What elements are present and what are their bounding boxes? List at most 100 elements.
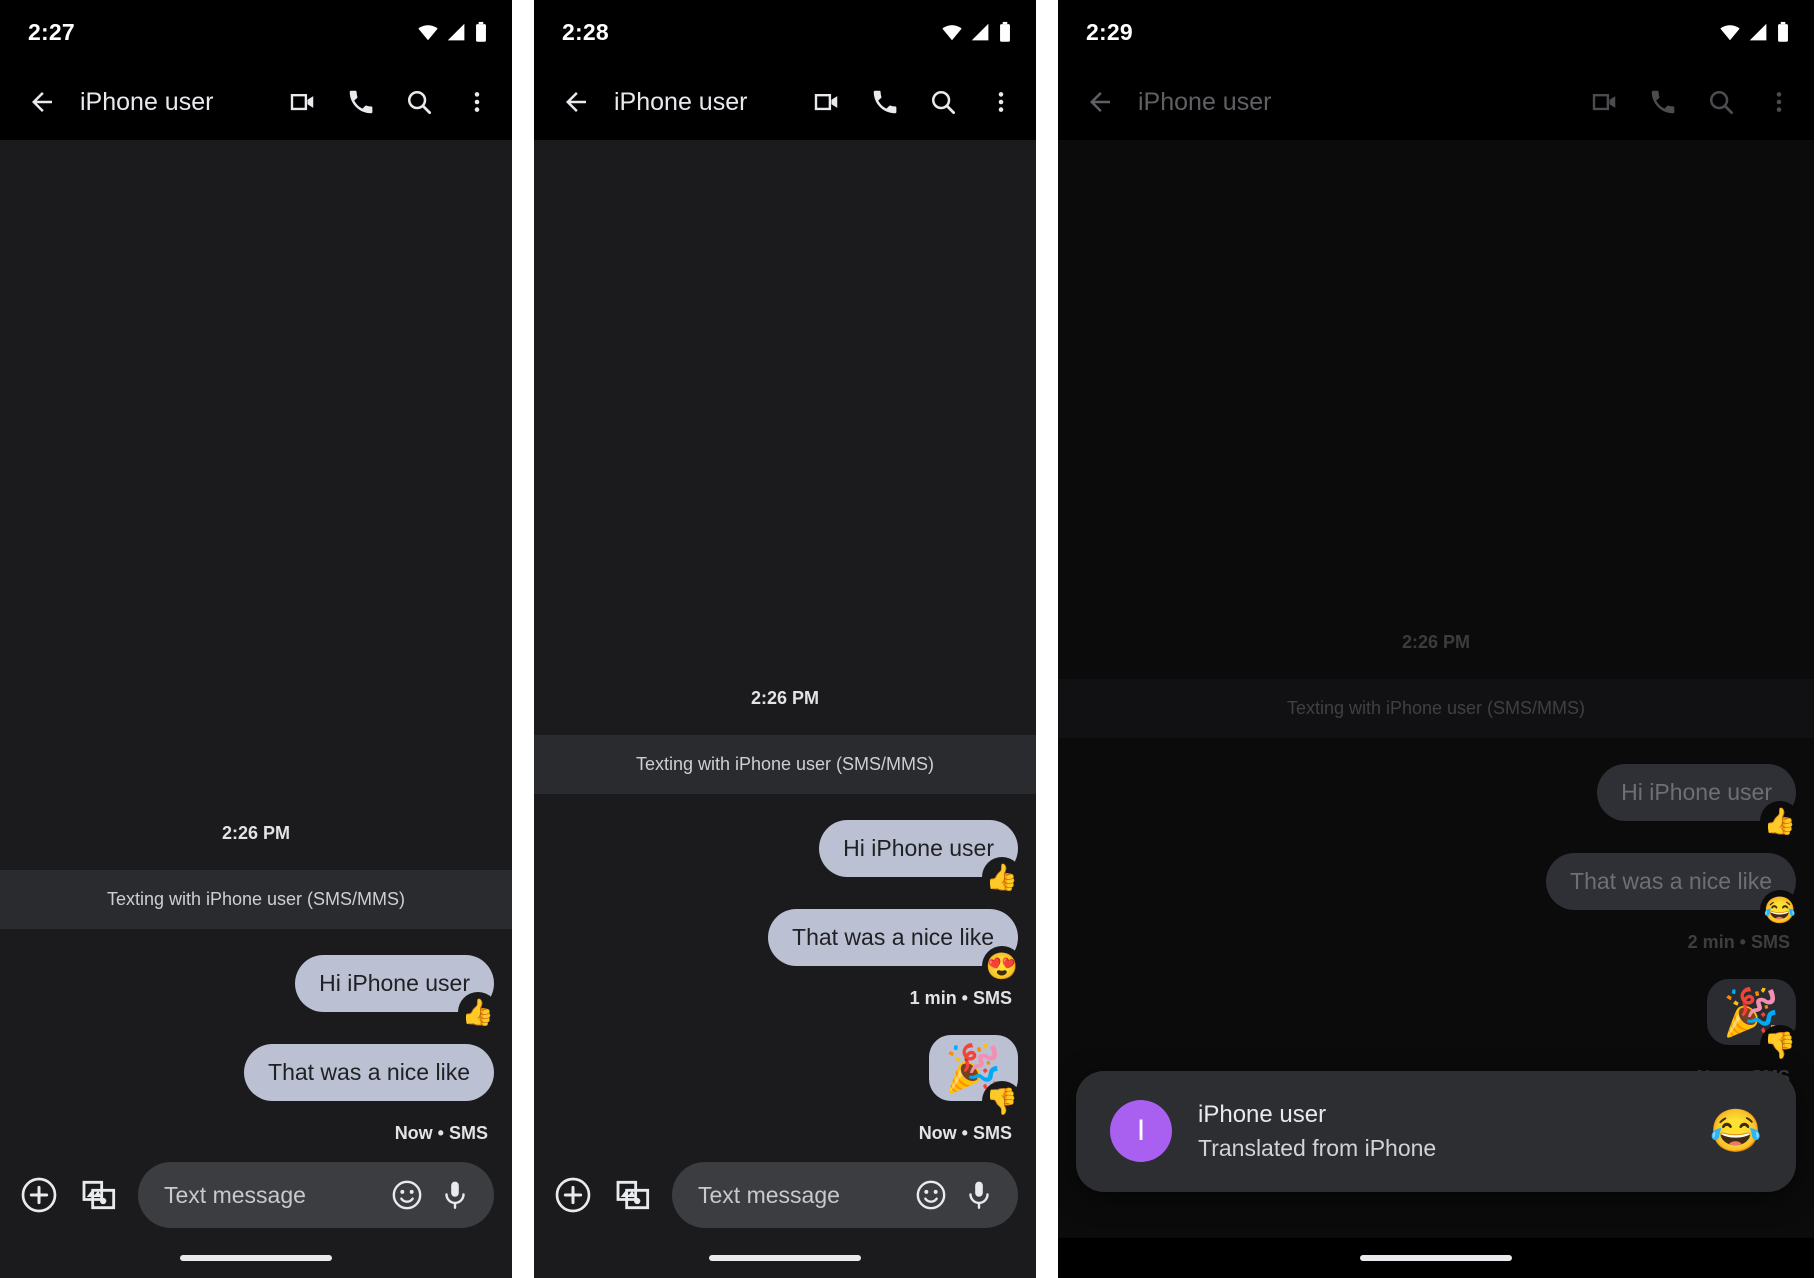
composer-2: Text message <box>534 1144 1036 1238</box>
phone-icon[interactable] <box>1646 85 1680 119</box>
video-call-icon[interactable] <box>286 85 320 119</box>
signal-icon <box>1749 23 1767 40</box>
battery-icon <box>1778 21 1788 42</box>
search-icon[interactable] <box>402 85 436 119</box>
message-meta: Now • SMS <box>394 1123 488 1143</box>
status-bar-2: 2:28 <box>534 0 1036 64</box>
more-vert-icon[interactable] <box>984 85 1018 119</box>
emoji-message-bubble[interactable]: 🎉 👎 <box>928 1035 1022 1121</box>
message-gap <box>1076 821 1796 853</box>
search-icon[interactable] <box>1704 85 1738 119</box>
day-timestamp: 2:26 PM <box>750 687 820 708</box>
emoji-message-bubble[interactable]: 🎉 👎 <box>1706 979 1800 1065</box>
conversation-title: iPhone user <box>614 87 748 116</box>
emoji-icon[interactable] <box>388 1176 426 1214</box>
search-icon[interactable] <box>926 85 960 119</box>
more-vert-icon[interactable] <box>1762 85 1796 119</box>
day-timestamp: 2:26 PM <box>221 822 291 843</box>
home-indicator[interactable] <box>1360 1255 1512 1261</box>
status-bar-3: 2:29 <box>1058 0 1814 64</box>
app-bar-2: iPhone user <box>534 64 1036 140</box>
thumbs-up-reaction[interactable]: 👍 <box>1760 800 1800 841</box>
notification-text: iPhone user Translated from iPhone <box>1198 1099 1684 1164</box>
microphone-icon[interactable] <box>436 1176 474 1214</box>
status-bar-1: 2:27 <box>0 0 512 64</box>
gallery-icon[interactable] <box>612 1174 654 1216</box>
message-text: Hi iPhone user <box>1621 778 1772 805</box>
emoji-icon[interactable] <box>912 1176 950 1214</box>
message-bubble[interactable]: That was a nice like 😍 <box>768 908 1022 986</box>
wifi-icon <box>418 25 438 41</box>
app-bar-1: iPhone user <box>0 64 512 140</box>
day-timestamp: 2:26 PM <box>1401 631 1471 652</box>
message-gap <box>552 1009 1018 1035</box>
joy-reaction[interactable]: 😂 <box>1760 890 1800 930</box>
thumbs-up-reaction[interactable]: 👍 <box>982 856 1022 897</box>
heart-eyes-reaction[interactable]: 😍 <box>982 946 1022 986</box>
conversation-title: iPhone user <box>1138 87 1272 116</box>
video-call-icon[interactable] <box>1588 85 1622 119</box>
message-bubble[interactable]: That was a nice like <box>244 1043 494 1101</box>
message-bubble[interactable]: That was a nice like 😂 <box>1546 852 1800 930</box>
protocol-banner: Texting with iPhone user (SMS/MMS) <box>534 734 1036 794</box>
conversation-2: 2:26 PM Texting with iPhone user (SMS/MM… <box>534 140 1036 1278</box>
status-clock: 2:27 <box>28 18 75 45</box>
panel-divider <box>1036 0 1058 1278</box>
thumbs-down-reaction[interactable]: 👎 <box>982 1081 1022 1121</box>
phone-screen-2: 2:28 iPhone user 2:26 PM Texting with iP… <box>534 0 1036 1278</box>
home-indicator[interactable] <box>180 1255 332 1261</box>
battery-icon <box>476 21 486 42</box>
conversation-title: iPhone user <box>80 87 214 116</box>
message-gap <box>552 877 1018 909</box>
panel-divider <box>512 0 534 1278</box>
message-gap <box>1076 953 1796 979</box>
plus-circle-icon[interactable] <box>18 1174 60 1216</box>
wifi-icon <box>1720 25 1740 41</box>
thumbs-down-reaction[interactable]: 👎 <box>1760 1025 1800 1065</box>
message-input-field[interactable]: Text message <box>138 1162 494 1228</box>
message-row[interactable]: 🎉 👎 <box>1076 979 1800 1065</box>
status-system-icons <box>417 21 488 43</box>
protocol-banner: Texting with iPhone user (SMS/MMS) <box>0 869 512 929</box>
phone-icon[interactable] <box>868 85 902 119</box>
gallery-icon[interactable] <box>78 1174 120 1216</box>
back-arrow-icon[interactable] <box>22 82 62 122</box>
message-row[interactable]: Hi iPhone user 👍 <box>18 954 498 1032</box>
status-clock: 2:28 <box>562 18 609 45</box>
message-list-1: Hi iPhone user 👍 That was a nice like No… <box>0 929 512 1144</box>
message-gap <box>18 1012 494 1044</box>
message-text: Hi iPhone user <box>319 969 470 996</box>
avatar: I <box>1110 1100 1172 1163</box>
message-row[interactable]: Hi iPhone user 👍 <box>1076 763 1800 841</box>
wifi-icon <box>942 25 962 41</box>
message-row[interactable]: Hi iPhone user 👍 <box>552 819 1022 897</box>
status-clock: 2:29 <box>1086 18 1133 45</box>
signal-icon <box>447 23 465 40</box>
message-input-field[interactable]: Text message <box>672 1162 1018 1228</box>
video-call-icon[interactable] <box>810 85 844 119</box>
home-indicator[interactable] <box>709 1255 861 1261</box>
message-row[interactable]: 🎉 👎 <box>552 1035 1022 1121</box>
phone-icon[interactable] <box>344 85 378 119</box>
message-row[interactable]: That was a nice like 😍 <box>552 908 1022 986</box>
message-bubble[interactable]: Hi iPhone user 👍 <box>1597 763 1800 841</box>
notification-card[interactable]: I iPhone user Translated from iPhone 😂 <box>1076 1070 1796 1192</box>
message-bubble[interactable]: Hi iPhone user 👍 <box>295 954 498 1032</box>
back-arrow-icon[interactable] <box>556 82 596 122</box>
message-text: That was a nice like <box>792 923 994 950</box>
nav-bar-3 <box>1058 1238 1814 1278</box>
app-bar-actions-3 <box>1588 85 1796 119</box>
message-meta: 1 min • SMS <box>909 988 1012 1008</box>
message-row[interactable]: That was a nice like <box>18 1043 494 1101</box>
microphone-icon[interactable] <box>960 1176 998 1214</box>
message-row[interactable]: That was a nice like 😂 <box>1076 852 1800 930</box>
message-meta: Now • SMS <box>918 1123 1012 1143</box>
thumbs-up-reaction[interactable]: 👍 <box>458 991 498 1032</box>
plus-circle-icon[interactable] <box>552 1174 594 1216</box>
app-bar-actions-1 <box>286 85 494 119</box>
more-vert-icon[interactable] <box>460 85 494 119</box>
nav-bar-1 <box>0 1238 512 1278</box>
message-bubble[interactable]: Hi iPhone user 👍 <box>819 819 1022 897</box>
app-bar-actions-2 <box>810 85 1018 119</box>
back-arrow-icon[interactable] <box>1080 82 1120 122</box>
